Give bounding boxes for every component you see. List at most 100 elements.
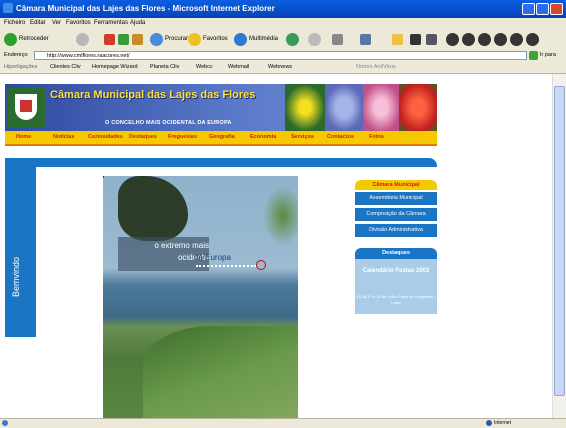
forward-button[interactable] (76, 32, 91, 46)
search-button[interactable]: Procurar (150, 32, 188, 46)
link-item[interactable]: Webmail (228, 64, 249, 70)
flower-image (399, 84, 437, 131)
sidebar-item-divisao[interactable]: Divisão Administrativa (355, 224, 437, 237)
back-button[interactable]: Retroceder (4, 32, 49, 46)
menu-tools[interactable]: Ferramentas (94, 20, 128, 26)
nav-curiosidades[interactable]: Curiosidades (88, 134, 123, 140)
page-icon (2, 420, 8, 426)
edit-icon (360, 33, 371, 45)
extra-button-3[interactable] (462, 32, 477, 46)
link-item[interactable]: Planeta Cliv (150, 64, 179, 70)
refresh-button[interactable] (118, 32, 131, 46)
photo-caption-line-3: da Europa (194, 253, 231, 262)
site-banner: Câmara Municipal das Lajes das Flores O … (5, 84, 437, 131)
flower-image (285, 84, 325, 131)
link-item[interactable]: Homepage Wizard (92, 64, 138, 70)
link-item[interactable]: Clientes Cliv (50, 64, 81, 70)
link-item[interactable]: Webcc (196, 64, 213, 70)
go-icon[interactable] (529, 51, 538, 60)
search-label: Procurar (165, 36, 189, 42)
nav-home[interactable]: Home (16, 134, 31, 140)
site-subtitle: O CONCELHO MAIS OCIDENTAL DA EUROPA (105, 120, 232, 126)
print-button[interactable] (332, 32, 345, 46)
media-icon (234, 32, 247, 46)
vertical-scrollbar[interactable] (552, 74, 566, 418)
welcome-text: Bemvindo (11, 256, 21, 297)
tool-icon-3 (462, 32, 475, 46)
nav-geografia[interactable]: Geografia (209, 134, 235, 140)
nav-noticias[interactable]: Notícias (53, 134, 74, 140)
sidebar-item-assembleia[interactable]: Assembleia Municipal (355, 192, 437, 205)
nav-freguesias[interactable]: Freguesias (168, 134, 197, 140)
nav-destaques[interactable]: Destaques (129, 134, 157, 140)
site-title: Câmara Municipal das Lajes das Flores (50, 89, 256, 101)
page-viewport: Câmara Municipal das Lajes das Flores O … (0, 74, 552, 418)
stop-button[interactable] (104, 32, 117, 46)
home-button[interactable] (132, 32, 145, 46)
extra-button-2[interactable] (446, 32, 461, 46)
photo-caption-line-1: o extremo mais (154, 241, 209, 250)
extra-button-7[interactable] (526, 32, 541, 46)
extra-button-1[interactable] (426, 32, 439, 46)
nav-economia[interactable]: Economia (250, 134, 276, 140)
media-button[interactable]: Multimédia (234, 32, 278, 46)
tool-icon-7 (526, 32, 539, 46)
tool-icon-5 (494, 32, 507, 46)
destaques-box[interactable]: Calendário Festas 2003 15,16,17 e 22 de … (355, 259, 437, 314)
messenger-button[interactable] (410, 32, 423, 46)
extra-button-4[interactable] (478, 32, 493, 46)
nav-fotos[interactable]: Fotos (369, 134, 384, 140)
globe-icon (486, 420, 492, 426)
mail-icon (308, 32, 321, 46)
refresh-icon (118, 33, 129, 45)
extra-button-6[interactable] (510, 32, 525, 46)
address-label: Endereço (4, 52, 28, 58)
nav-servicos[interactable]: Serviços (291, 134, 314, 140)
menu-file[interactable]: Ficheiro (4, 20, 25, 26)
content-top-band (5, 158, 437, 167)
menu-help[interactable]: Ajuda (130, 20, 145, 26)
print-icon (332, 33, 343, 45)
scrollbar-thumb[interactable] (554, 86, 565, 396)
ie-logo-icon (3, 3, 13, 13)
toolbar: Retroceder Procurar Favoritos Multimédia (0, 29, 566, 51)
destaques-title: Calendário Festas 2003 (362, 268, 430, 274)
nav-contactos[interactable]: Contactos (327, 134, 354, 140)
links-label: Hiperligações (4, 64, 38, 70)
sidebar-item-composicao[interactable]: Composição da Câmara (355, 208, 437, 221)
back-arrow-icon (4, 32, 17, 46)
security-zone: Internet (494, 420, 511, 426)
home-icon (132, 33, 143, 45)
favorites-label: Favoritos (203, 36, 228, 42)
mail-button[interactable] (308, 32, 323, 46)
caption-dotted-line (196, 265, 256, 267)
close-icon[interactable] (550, 3, 563, 15)
back-label: Retroceder (19, 36, 49, 42)
flower-image (325, 84, 363, 131)
edit-button[interactable] (360, 32, 373, 46)
go-button[interactable]: Ir para (540, 52, 556, 58)
town-crest-image (7, 88, 45, 128)
link-item[interactable]: Norton AntiVirus (356, 64, 396, 70)
maximize-icon[interactable] (536, 3, 549, 15)
history-icon (286, 32, 299, 46)
menu-edit[interactable]: Editar (30, 20, 46, 26)
tool-icon (426, 33, 437, 45)
folder-button[interactable] (392, 32, 405, 46)
address-input[interactable]: http://www.cmlflores.raacores.net/ (34, 51, 527, 60)
window-title: Câmara Municipal das Lajes das Flores - … (16, 4, 275, 13)
link-item[interactable]: Webnews (268, 64, 292, 70)
extra-button-5[interactable] (494, 32, 509, 46)
favorites-button[interactable]: Favoritos (188, 32, 228, 46)
history-button[interactable] (286, 32, 301, 46)
tool-icon-4 (478, 32, 491, 46)
minimize-icon[interactable] (522, 3, 535, 15)
destaques-header: Destaques (355, 248, 437, 259)
tool-icon-6 (510, 32, 523, 46)
star-icon (188, 32, 201, 46)
menu-view[interactable]: Ver (52, 20, 61, 26)
menu-favorites[interactable]: Favoritos (66, 20, 91, 26)
media-label: Multimédia (249, 36, 279, 42)
flower-image (363, 84, 399, 131)
target-circle-icon (256, 260, 266, 270)
